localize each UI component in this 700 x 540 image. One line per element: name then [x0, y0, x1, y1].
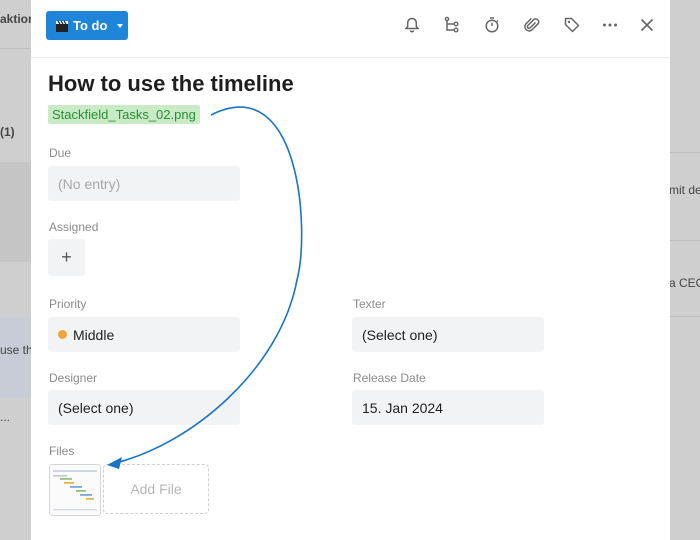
- bell-icon[interactable]: [401, 14, 423, 36]
- attachment-tag[interactable]: Stackfield_Tasks_02.png: [48, 105, 200, 124]
- modal-toolbar: To do: [31, 0, 670, 58]
- due-label: Due: [49, 146, 72, 160]
- files-label: Files: [49, 444, 75, 458]
- bg-text: use th: [0, 343, 33, 357]
- subtasks-icon[interactable]: [441, 14, 463, 36]
- bg-text: a CEO: [669, 276, 700, 290]
- task-title[interactable]: How to use the timeline: [48, 71, 294, 97]
- texter-select[interactable]: (Select one): [352, 317, 544, 352]
- background-left-panel: aktion (1) use th ...: [0, 0, 35, 540]
- stopwatch-icon[interactable]: [481, 14, 503, 36]
- designer-label: Designer: [49, 371, 98, 385]
- more-icon[interactable]: [599, 14, 621, 36]
- add-assignee-button[interactable]: +: [48, 239, 85, 276]
- priority-field[interactable]: Middle: [48, 317, 240, 352]
- bg-card: [0, 318, 31, 398]
- close-icon[interactable]: [636, 14, 658, 36]
- priority-label: Priority: [49, 297, 87, 311]
- release-date-field[interactable]: 15. Jan 2024: [352, 390, 544, 425]
- clapperboard-icon: [56, 20, 68, 32]
- tag-icon[interactable]: [561, 14, 583, 36]
- add-file-button[interactable]: Add File: [103, 464, 209, 514]
- bg-thumbnail: [0, 162, 31, 262]
- chevron-down-icon: [117, 23, 124, 28]
- bg-text: mit de: [669, 183, 700, 197]
- bg-text: ...: [0, 410, 11, 424]
- file-thumbnail[interactable]: [49, 464, 101, 516]
- background-right-panel: mit de a CEO: [669, 0, 700, 540]
- task-modal: To do How to use the timeline Stackfield…: [31, 0, 670, 540]
- assigned-label: Assigned: [49, 220, 99, 234]
- texter-label: Texter: [353, 297, 386, 311]
- designer-select[interactable]: (Select one): [48, 390, 240, 425]
- paperclip-icon[interactable]: [521, 14, 543, 36]
- priority-value: Middle: [73, 326, 115, 343]
- release-date-label: Release Date: [353, 371, 426, 385]
- bg-text: (1): [0, 125, 15, 139]
- status-label: To do: [73, 18, 108, 33]
- status-dropdown-button[interactable]: To do: [46, 11, 128, 40]
- priority-dot: [58, 330, 67, 339]
- due-field[interactable]: (No entry): [48, 166, 240, 201]
